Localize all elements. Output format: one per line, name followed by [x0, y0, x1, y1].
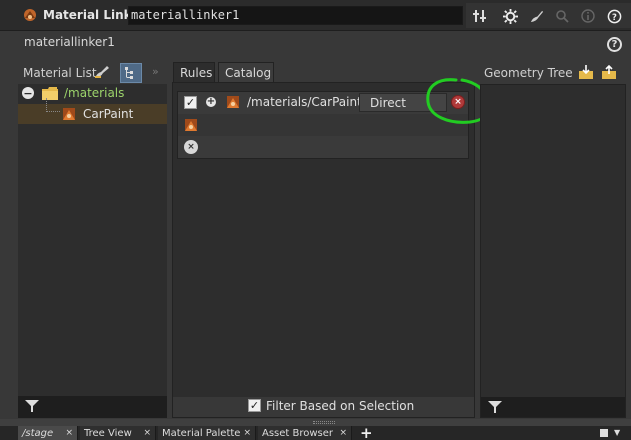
funnel-icon[interactable] [488, 400, 502, 414]
help-icon[interactable]: ? [606, 8, 622, 24]
tree-row-materials[interactable]: − /materials [18, 84, 167, 104]
tab-label: Tree View [84, 428, 132, 439]
rules-footer: ✓ Filter Based on Selection [173, 397, 474, 417]
tab-asset-browser[interactable]: Asset Browser × [258, 426, 352, 440]
rule-material-path: /materials/CarPaint [247, 95, 362, 109]
toolbar-right-group: ? [466, 3, 631, 28]
expand-icon[interactable]: + [206, 97, 216, 107]
download-icon[interactable] [579, 65, 593, 79]
tab-tree-view[interactable]: Tree View × [80, 426, 156, 440]
geometry-tree-panel [480, 84, 626, 418]
brush-icon[interactable] [528, 8, 544, 24]
material-list-header: Material List » [18, 62, 167, 84]
tab-catalog[interactable]: Catalog [218, 62, 274, 82]
close-icon[interactable]: × [243, 428, 251, 438]
tab-label: Rules [180, 66, 213, 80]
upload-icon[interactable] [602, 65, 616, 79]
info-icon[interactable] [580, 8, 596, 24]
filter-selection-label: Filter Based on Selection [266, 399, 415, 413]
gear-icon[interactable] [502, 8, 518, 24]
node-name-input[interactable]: materiallinker1 [128, 6, 463, 25]
tab-rules[interactable]: Rules [173, 62, 215, 82]
rule-clear-row: × [178, 136, 468, 158]
rules-panel: ✓ + /materials/CarPaint Direct × × ✓ Fil… [172, 82, 475, 418]
pane-splitter[interactable] [0, 419, 631, 426]
tree-connector [46, 98, 60, 112]
help-icon[interactable]: ? [607, 37, 622, 52]
select-mode-button[interactable] [120, 63, 142, 83]
tab-label: Material Palette [162, 428, 241, 439]
splitter-grip[interactable] [313, 421, 335, 424]
tab-stage[interactable]: /stage × [18, 426, 78, 440]
close-icon[interactable]: × [339, 428, 347, 438]
add-tab-button[interactable]: + [360, 424, 373, 440]
node-toolbar: Material Linker materiallinker1 ? [0, 0, 631, 31]
search-icon[interactable] [554, 8, 570, 24]
rule-mode-label: Direct [370, 96, 406, 110]
svg-text:?: ? [612, 11, 617, 21]
close-icon[interactable]: × [65, 428, 73, 438]
chevron-down-icon[interactable]: ▼ [614, 428, 620, 437]
funnel-icon[interactable] [25, 399, 39, 413]
material-icon [227, 96, 239, 108]
bottom-tab-bar: /stage × Tree View × Material Palette × … [0, 424, 631, 440]
brush-icon[interactable] [94, 65, 110, 83]
material-icon [185, 119, 197, 131]
node-type-icon [24, 9, 36, 21]
material-icon [63, 108, 75, 120]
tab-label: /stage [22, 428, 54, 439]
material-list-label: Material List [23, 66, 97, 80]
material-list-footer [18, 396, 167, 418]
node-name-label: materiallinker1 [24, 35, 115, 49]
pane-menu-icon[interactable] [600, 429, 608, 437]
tree-row-carpaint[interactable]: CarPaint [18, 98, 167, 124]
geometry-tree-label: Geometry Tree [484, 66, 573, 80]
geometry-tree-footer [481, 397, 625, 417]
panel-more-icon[interactable]: » [152, 65, 159, 78]
tree-label: /materials [64, 86, 125, 100]
collapse-icon[interactable]: − [22, 87, 34, 99]
tab-material-palette[interactable]: Material Palette × [158, 426, 256, 440]
geometry-tree-header: Geometry Tree [478, 62, 631, 84]
tab-label: Catalog [225, 66, 272, 80]
close-icon[interactable]: × [143, 428, 151, 438]
tab-label: Asset Browser [262, 428, 334, 439]
pin-icon[interactable] [472, 8, 488, 24]
tree-label: CarPaint [83, 107, 134, 121]
clear-icon[interactable]: × [184, 140, 198, 154]
filter-selection-checkbox[interactable]: ✓ [248, 399, 261, 412]
material-list-panel: Material List » − /materials CarPaint [18, 62, 167, 418]
rule-enabled-checkbox[interactable]: ✓ [184, 96, 197, 109]
